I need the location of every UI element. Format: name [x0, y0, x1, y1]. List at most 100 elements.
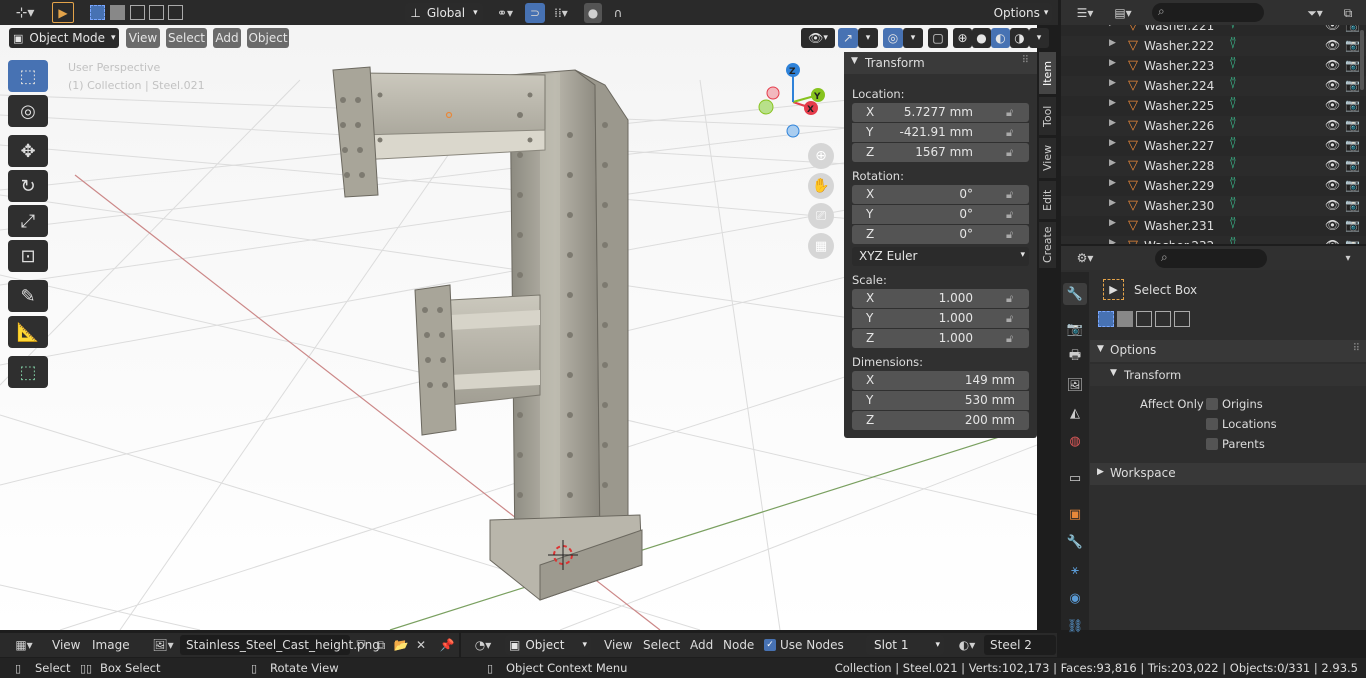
outliner-row[interactable]: ▶ ▽ Washer.228 ⍢ 👁 📷: [1061, 156, 1366, 176]
chevron-right-icon[interactable]: ▶: [1109, 198, 1116, 208]
outliner-row[interactable]: ▶ ▽ Washer.226 ⍢ 👁 📷: [1061, 116, 1366, 136]
chevron-right-icon[interactable]: ▶: [1109, 118, 1116, 128]
shading-dropdown[interactable]: ▾: [1029, 28, 1049, 48]
drag-handle-icon[interactable]: ⠿: [1022, 55, 1029, 66]
mesh-data-icon[interactable]: ⍢: [1229, 177, 1237, 192]
image-editor-type-icon[interactable]: ▦▾: [8, 635, 40, 655]
rotation-x-field[interactable]: X 0°: [852, 185, 1029, 204]
options-panel-header[interactable]: ▼ Options ⠿: [1090, 340, 1366, 362]
rotation-mode-dropdown[interactable]: XYZ Euler ▾: [852, 247, 1029, 266]
gizmo-dropdown[interactable]: ▾: [858, 28, 878, 48]
material-name-field[interactable]: Steel 2: [984, 635, 1056, 655]
overlay-toggle[interactable]: ◎: [883, 28, 903, 48]
snap-target-icon[interactable]: ⁞⁞▾: [548, 3, 574, 23]
outliner-row[interactable]: ▶ ▽ Washer.222 ⍢ 👁 📷: [1061, 36, 1366, 56]
tool-cursor[interactable]: ◎: [8, 95, 48, 127]
gizmo-toggle[interactable]: ↗: [838, 28, 858, 48]
proportional-edit-icon[interactable]: ●: [584, 3, 602, 23]
drag-handle-icon[interactable]: ⠿: [1353, 343, 1360, 354]
select-tool-icon[interactable]: ▶: [52, 2, 74, 23]
world-properties-icon[interactable]: ◍: [1063, 430, 1087, 452]
workspace-panel-header[interactable]: ▶ Workspace: [1090, 463, 1366, 485]
tab-item[interactable]: Item: [1039, 52, 1056, 94]
parents-checkbox[interactable]: [1206, 438, 1218, 450]
eye-icon[interactable]: 👁: [1325, 38, 1340, 52]
outliner-row[interactable]: ▶ ▽ Washer.224 ⍢ 👁 📷: [1061, 76, 1366, 96]
node-view-menu[interactable]: View: [604, 638, 632, 652]
chevron-right-icon[interactable]: ▶: [1109, 218, 1116, 228]
tool-measure[interactable]: 📐: [8, 316, 48, 348]
outliner-scrollbar[interactable]: [1360, 30, 1364, 90]
pin-icon[interactable]: 📌: [438, 635, 456, 655]
scene-properties-icon[interactable]: ◭: [1063, 402, 1087, 424]
mesh-data-icon[interactable]: ⍢: [1229, 77, 1237, 92]
outliner-editor-icon[interactable]: ☰▾: [1068, 3, 1102, 23]
lock-icon[interactable]: 🔓︎: [1006, 228, 1020, 242]
ortho-grid-icon[interactable]: ▦: [808, 233, 834, 259]
camera-icon[interactable]: 📷: [1345, 158, 1360, 172]
xray-toggle[interactable]: ▢: [928, 28, 948, 48]
mesh-data-icon[interactable]: ⍢: [1229, 57, 1237, 72]
particles-properties-icon[interactable]: ⚹: [1063, 559, 1087, 581]
node-select-menu[interactable]: Select: [643, 638, 680, 652]
object-properties-icon[interactable]: ▣: [1063, 503, 1087, 525]
select-mode-new-icon[interactable]: [90, 5, 105, 20]
select-mode-difference-icon[interactable]: [1155, 311, 1171, 327]
lock-icon[interactable]: 🔓︎: [1006, 312, 1020, 326]
mesh-data-icon[interactable]: ⍢: [1229, 197, 1237, 212]
rotation-y-field[interactable]: Y 0°: [852, 205, 1029, 224]
chevron-right-icon[interactable]: ▶: [1109, 138, 1116, 148]
image-view-menu[interactable]: View: [52, 638, 80, 652]
shading-solid[interactable]: ●: [972, 28, 991, 48]
eye-icon[interactable]: 👁: [1325, 138, 1340, 152]
tab-create[interactable]: Create: [1039, 222, 1056, 268]
scale-z-field[interactable]: Z 1.000: [852, 329, 1029, 348]
properties-search-input[interactable]: ⌕: [1155, 249, 1267, 268]
location-x-field[interactable]: X 5.7277 mm: [852, 103, 1029, 122]
chevron-right-icon[interactable]: ▶: [1109, 158, 1116, 168]
eye-icon[interactable]: 👁: [1325, 218, 1340, 232]
mesh-data-icon[interactable]: ⍢: [1229, 137, 1237, 152]
node-menu[interactable]: Node: [723, 638, 754, 652]
outliner-row[interactable]: ▶ ▽ Washer.225 ⍢ 👁 📷: [1061, 96, 1366, 116]
mesh-data-icon[interactable]: ⍢: [1229, 157, 1237, 172]
snap-icon[interactable]: ⊃: [525, 3, 545, 23]
chevron-right-icon[interactable]: ▶: [1109, 98, 1116, 108]
visibility-dropdown[interactable]: 👁 ▾: [801, 28, 835, 48]
tool-add-cube[interactable]: ⬚: [8, 356, 48, 388]
scale-y-field[interactable]: Y 1.000: [852, 309, 1029, 328]
use-nodes-checkbox[interactable]: ✓: [764, 639, 776, 651]
node-add-menu[interactable]: Add: [690, 638, 713, 652]
collection-properties-icon[interactable]: ▭: [1063, 467, 1087, 489]
image-name-field[interactable]: Stainless_Steel_Cast_height.png: [180, 635, 380, 655]
dimensions-x-field[interactable]: X 149 mm: [852, 371, 1029, 390]
slot-dropdown[interactable]: Slot 1 ▾: [866, 635, 944, 655]
lock-icon[interactable]: 🔓︎: [1006, 332, 1020, 346]
new-collection-icon[interactable]: ⧉: [1338, 3, 1358, 23]
chevron-right-icon[interactable]: ▶: [1109, 178, 1116, 188]
transform-panel-header[interactable]: ▼ Transform ⠿: [844, 52, 1037, 74]
chevron-right-icon[interactable]: ▶: [1109, 58, 1116, 68]
camera-icon[interactable]: 📷: [1345, 98, 1360, 112]
new-image-icon[interactable]: ⧉: [372, 635, 390, 655]
filter-icon[interactable]: ⏷▾: [1298, 3, 1332, 23]
shading-wireframe[interactable]: ⊕: [953, 28, 972, 48]
chevron-down-icon[interactable]: ▾: [1340, 250, 1356, 266]
select-mode-extend-icon[interactable]: [110, 5, 125, 20]
outliner-row[interactable]: ▶ ▽ Washer.229 ⍢ 👁 📷: [1061, 176, 1366, 196]
mesh-data-icon[interactable]: ⍢: [1229, 117, 1237, 132]
eye-icon[interactable]: 👁: [1325, 58, 1340, 72]
select-mode-intersect-icon[interactable]: [1174, 311, 1190, 327]
tab-view[interactable]: View: [1039, 138, 1056, 178]
camera-view-icon[interactable]: ⎚: [808, 203, 834, 229]
outliner-search-input[interactable]: ⌕: [1152, 3, 1264, 22]
pan-hand-icon[interactable]: ✋: [808, 173, 834, 199]
constraints-properties-icon[interactable]: ⛓: [1063, 615, 1087, 637]
select-mode-subtract-icon[interactable]: [1136, 311, 1152, 327]
pivot-icon[interactable]: ⚭▾: [490, 3, 520, 23]
camera-icon[interactable]: 📷: [1345, 58, 1360, 72]
tool-rotate[interactable]: ↻: [8, 170, 48, 202]
camera-icon[interactable]: 📷: [1345, 198, 1360, 212]
options-dropdown[interactable]: Options ▾: [990, 3, 1052, 23]
camera-icon[interactable]: 📷: [1345, 118, 1360, 132]
